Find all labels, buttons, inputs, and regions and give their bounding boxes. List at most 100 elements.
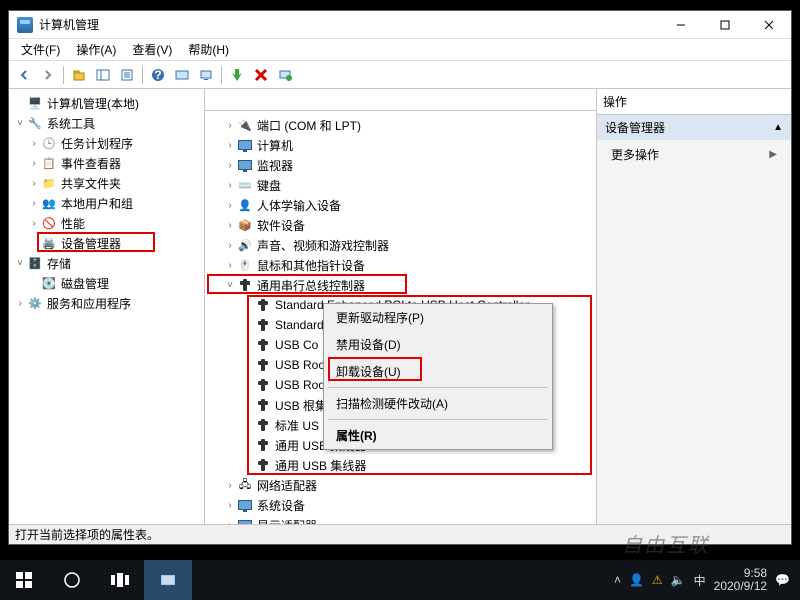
left-tree[interactable]: 🖥️计算机管理(本地) ˅🔧系统工具 ›🕒任务计划程序 ›📋事件查看器 ›📁共享…	[9, 89, 205, 524]
scan-hardware-button[interactable]	[195, 64, 217, 86]
usb-icon	[255, 457, 271, 473]
context-menu[interactable]: 更新驱动程序(P) 禁用设备(D) 卸载设备(U) 扫描检测硬件改动(A) 属性…	[323, 303, 553, 450]
device-tree[interactable]: ›🔌端口 (COM 和 LPT) ›计算机 ›监视器 ›⌨️键盘 ›👤人体学输入…	[205, 111, 596, 524]
ctx-properties[interactable]: 属性(R)	[324, 422, 552, 449]
show-hide-tree-button[interactable]	[92, 64, 114, 86]
tray-clock[interactable]: 9:58 2020/9/12	[714, 567, 767, 593]
actions-sub[interactable]: 设备管理器▲	[597, 115, 791, 140]
separator	[63, 66, 64, 84]
taskview-button[interactable]	[96, 560, 144, 600]
ctx-update-driver[interactable]: 更新驱动程序(P)	[324, 304, 552, 331]
up-button[interactable]	[68, 64, 90, 86]
help-button[interactable]: ?	[147, 64, 169, 86]
taskbar[interactable]: ˄ 👤 ⚠ 🔈 中 9:58 2020/9/12 💬	[0, 560, 800, 600]
start-button[interactable]	[0, 560, 48, 600]
forward-button[interactable]	[37, 64, 59, 86]
menu-view[interactable]: 查看(V)	[124, 39, 180, 60]
tray-volume-icon[interactable]: 🔈	[671, 573, 686, 587]
tree-performance[interactable]: ›🚫性能	[9, 213, 204, 233]
back-button[interactable]	[13, 64, 35, 86]
port-icon: 🔌	[237, 117, 253, 133]
chevron-right-icon: ▶	[769, 149, 777, 160]
menu-file[interactable]: 文件(F)	[13, 39, 68, 60]
tray-shield-icon[interactable]: ⚠	[652, 573, 663, 587]
window-buttons	[659, 11, 791, 38]
ctx-separator	[328, 387, 548, 388]
cat-network[interactable]: ›🖧网络适配器	[205, 475, 596, 495]
actions-more[interactable]: 更多操作▶	[597, 140, 791, 169]
system-tray[interactable]: ˄ 👤 ⚠ 🔈 中 9:58 2020/9/12 💬	[614, 567, 800, 593]
event-icon: 📋	[41, 155, 57, 171]
enable-button[interactable]	[226, 64, 248, 86]
tree-task-scheduler[interactable]: ›🕒任务计划程序	[9, 133, 204, 153]
menubar: 文件(F) 操作(A) 查看(V) 帮助(H)	[9, 39, 791, 61]
tree-root[interactable]: 🖥️计算机管理(本地)	[9, 93, 204, 113]
minimize-button[interactable]	[659, 11, 703, 38]
cat-mice[interactable]: ›🖱️鼠标和其他指针设备	[205, 255, 596, 275]
close-button[interactable]	[747, 11, 791, 38]
computer-mgmt-icon: 🖥️	[27, 95, 43, 111]
actions-pane: 操作 设备管理器▲ 更多操作▶	[597, 89, 791, 524]
usb-icon	[255, 297, 271, 313]
services-icon: ⚙️	[27, 295, 43, 311]
toolbar: ?	[9, 61, 791, 89]
tree-system-tools[interactable]: ˅🔧系统工具	[9, 113, 204, 133]
display-icon	[237, 517, 253, 524]
cat-display[interactable]: ›显示适配器	[205, 515, 596, 524]
app-icon	[17, 17, 33, 33]
cat-software-devices[interactable]: ›📦软件设备	[205, 215, 596, 235]
tools-icon: 🔧	[27, 115, 43, 131]
device-mgr-icon: 🖨️	[41, 235, 57, 251]
statusbar: 打开当前选择项的属性表。	[9, 524, 791, 544]
properties-button[interactable]	[116, 64, 138, 86]
tree-shared-folders[interactable]: ›📁共享文件夹	[9, 173, 204, 193]
tree-event-viewer[interactable]: ›📋事件查看器	[9, 153, 204, 173]
cat-computer[interactable]: ›计算机	[205, 135, 596, 155]
tree-storage[interactable]: ˅🗄️存储	[9, 253, 204, 273]
perf-icon: 🚫	[41, 215, 57, 231]
collapse-icon: ▲	[773, 122, 783, 133]
disk-icon: 💽	[41, 275, 57, 291]
cat-ports[interactable]: ›🔌端口 (COM 和 LPT)	[205, 115, 596, 135]
tree-disk-mgmt[interactable]: 💽磁盘管理	[9, 273, 204, 293]
titlebar: 计算机管理	[9, 11, 791, 39]
toolbar-button[interactable]	[171, 64, 193, 86]
ctx-scan[interactable]: 扫描检测硬件改动(A)	[324, 390, 552, 417]
uninstall-button[interactable]	[274, 64, 296, 86]
taskbar-app-mmc[interactable]	[144, 560, 192, 600]
system-icon	[237, 497, 253, 513]
mmc-window: 计算机管理 文件(F) 操作(A) 查看(V) 帮助(H) ? 🖥️计算机管理(…	[8, 10, 792, 545]
storage-icon: 🗄️	[27, 255, 43, 271]
separator	[221, 66, 222, 84]
tree-device-manager[interactable]: 🖨️设备管理器	[9, 233, 204, 253]
cortana-button[interactable]	[48, 560, 96, 600]
mouse-icon: 🖱️	[237, 257, 253, 273]
tray-up-icon[interactable]: ˄	[614, 573, 621, 587]
menu-help[interactable]: 帮助(H)	[180, 39, 237, 60]
keyboard-icon: ⌨️	[237, 177, 253, 193]
tree-local-users[interactable]: ›👥本地用户和组	[9, 193, 204, 213]
usb-icon	[255, 397, 271, 413]
share-icon: 📁	[41, 175, 57, 191]
ctx-disable[interactable]: 禁用设备(D)	[324, 331, 552, 358]
tree-services[interactable]: ›⚙️服务和应用程序	[9, 293, 204, 313]
cat-monitors[interactable]: ›监视器	[205, 155, 596, 175]
clock-icon: 🕒	[41, 135, 57, 151]
tray-ime[interactable]: 中	[694, 572, 706, 589]
ctx-separator	[328, 419, 548, 420]
tray-notifications-icon[interactable]: 💬	[775, 573, 790, 587]
cat-hid[interactable]: ›👤人体学输入设备	[205, 195, 596, 215]
cat-usb-controllers[interactable]: ˅通用串行总线控制器	[205, 275, 596, 295]
ctx-uninstall[interactable]: 卸载设备(U)	[324, 358, 552, 385]
sound-icon: 🔊	[237, 237, 253, 253]
usb-item[interactable]: 通用 USB 集线器	[205, 455, 596, 475]
disable-button[interactable]	[250, 64, 272, 86]
menu-action[interactable]: 操作(A)	[68, 39, 124, 60]
cat-sound[interactable]: ›🔊声音、视频和游戏控制器	[205, 235, 596, 255]
hid-icon: 👤	[237, 197, 253, 213]
status-text: 打开当前选择项的属性表。	[15, 526, 159, 543]
cat-keyboards[interactable]: ›⌨️键盘	[205, 175, 596, 195]
cat-system-devices[interactable]: ›系统设备	[205, 495, 596, 515]
tray-people-icon[interactable]: 👤	[629, 573, 644, 587]
maximize-button[interactable]	[703, 11, 747, 38]
